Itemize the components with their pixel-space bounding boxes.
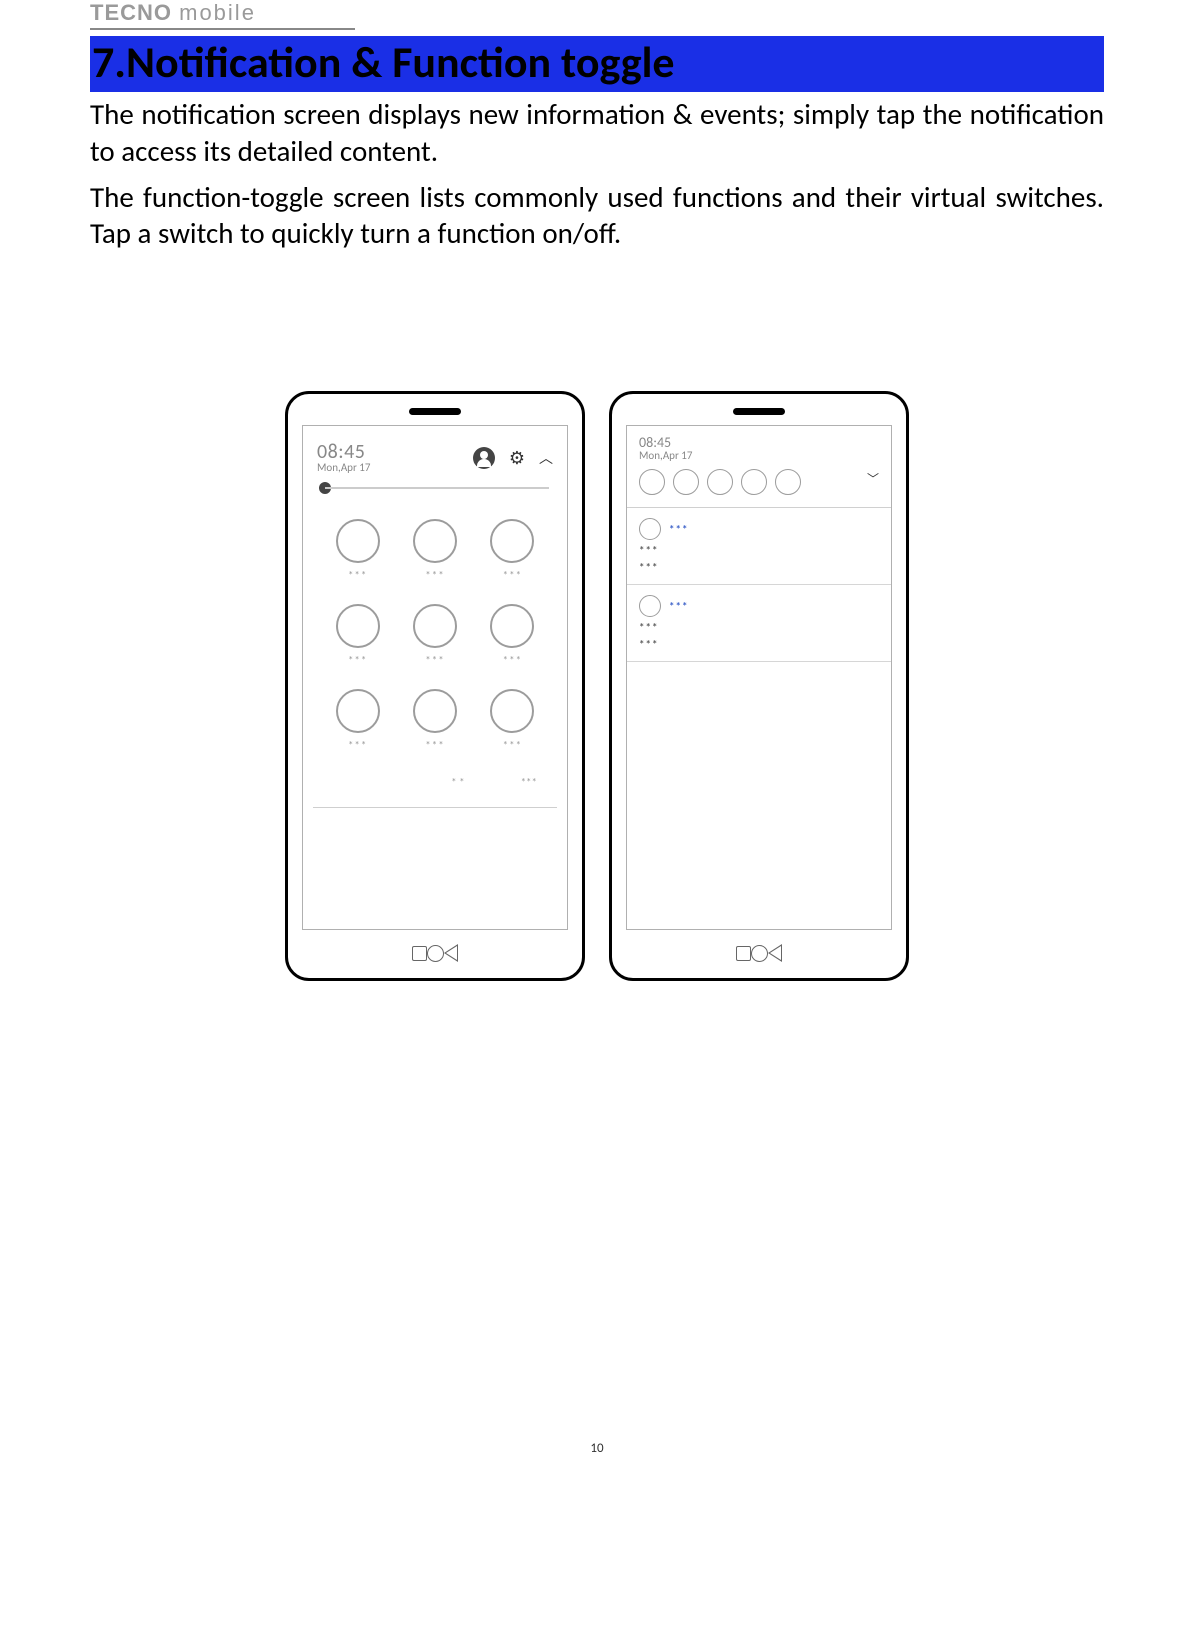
chevron-down-icon[interactable]: ﹀ [867, 474, 879, 486]
phone-function-toggle: 08:45 Mon,Apr 17 ⚙ ︿ *******************… [285, 391, 585, 981]
header-icons: ⚙ ︿ [473, 447, 553, 469]
toggle-label: *** [425, 739, 444, 752]
notification-app-name: *** [669, 523, 688, 536]
status-date: Mon,Apr 17 [639, 450, 879, 461]
account-icon[interactable] [473, 447, 495, 469]
notification-app-name: *** [669, 600, 688, 613]
screen: 08:45 Mon,Apr 17 ﹀ *** *** *** *** *** *** [626, 425, 892, 930]
mini-toggle-icon[interactable] [707, 469, 733, 495]
mini-toggle-icon[interactable] [639, 469, 665, 495]
time-block: 08:45 Mon,Apr 17 [317, 442, 370, 473]
brand-sub: mobile [179, 0, 256, 25]
notification-app-icon [639, 518, 661, 540]
toggle-label: *** [425, 654, 444, 667]
toggle-item[interactable]: *** [319, 689, 396, 752]
status-date: Mon,Apr 17 [317, 462, 370, 473]
mini-toggle-icon[interactable] [741, 469, 767, 495]
phone-notifications: 08:45 Mon,Apr 17 ﹀ *** *** *** *** *** *** [609, 391, 909, 981]
brand-logo: TECNO mobile [90, 0, 256, 25]
status-time: 08:45 [639, 436, 879, 450]
notification-title: *** [639, 544, 879, 557]
manual-page: TECNO mobile 7.Notification & Function t… [0, 0, 1194, 1496]
notification-header: 08:45 Mon,Apr 17 ﹀ [627, 426, 891, 508]
notification-list: *** *** *** *** *** *** [627, 508, 891, 662]
recent-apps-icon[interactable] [736, 946, 751, 961]
toggle-item[interactable]: *** [474, 519, 551, 582]
toggle-label: *** [503, 569, 522, 582]
toggle-icon[interactable] [490, 519, 534, 563]
gear-icon[interactable]: ⚙ [509, 447, 525, 469]
earpiece [733, 408, 785, 415]
notification-title: *** [639, 621, 879, 634]
slider-track[interactable] [321, 487, 549, 489]
screen: 08:45 Mon,Apr 17 ⚙ ︿ *******************… [302, 425, 568, 930]
toggle-label: *** [348, 569, 367, 582]
notification-item[interactable]: *** *** *** [627, 508, 891, 585]
toggle-label: *** [503, 654, 522, 667]
recent-apps-icon[interactable] [412, 946, 427, 961]
earpiece [409, 408, 461, 415]
toggle-label: *** [348, 654, 367, 667]
toggle-grid: *** *** *** *** *** *** *** *** *** [303, 513, 567, 762]
notification-item[interactable]: *** *** *** [627, 585, 891, 662]
bottom-action-right[interactable]: *** [521, 776, 537, 789]
back-icon[interactable] [444, 944, 458, 962]
toggle-icon[interactable] [336, 519, 380, 563]
toggle-label: *** [425, 569, 444, 582]
toggle-icon[interactable] [413, 519, 457, 563]
toggle-item[interactable]: *** [396, 689, 473, 752]
android-navbar [726, 930, 792, 964]
phone-mockups-row: 08:45 Mon,Apr 17 ⚙ ︿ *******************… [90, 391, 1104, 981]
divider [313, 807, 557, 808]
toggle-item[interactable]: *** [319, 519, 396, 582]
back-icon[interactable] [768, 944, 782, 962]
notification-body: *** [639, 638, 879, 651]
toggle-icon[interactable] [413, 689, 457, 733]
page-number: 10 [90, 1441, 1104, 1456]
mini-toggle-icon[interactable] [775, 469, 801, 495]
brand-main: TECNO [90, 0, 172, 25]
toggle-icon[interactable] [336, 604, 380, 648]
toggle-item[interactable]: *** [396, 519, 473, 582]
status-time: 08:45 [317, 442, 370, 462]
bottom-action-left[interactable]: * * [451, 776, 464, 789]
mini-toggle-icon[interactable] [673, 469, 699, 495]
toggle-item[interactable]: *** [396, 604, 473, 667]
slider-thumb[interactable] [319, 482, 331, 494]
mini-toggle-row [639, 469, 879, 503]
toggle-item[interactable]: *** [474, 689, 551, 752]
home-icon[interactable] [427, 945, 444, 962]
toggle-label: *** [503, 739, 522, 752]
paragraph-2: The function-toggle screen lists commonl… [90, 179, 1104, 252]
chevron-up-icon[interactable]: ︿ [539, 448, 553, 468]
toggle-icon[interactable] [490, 689, 534, 733]
android-navbar [402, 930, 468, 964]
toggle-icon[interactable] [336, 689, 380, 733]
toggle-icon[interactable] [490, 604, 534, 648]
notification-app-icon [639, 595, 661, 617]
quick-settings-header: 08:45 Mon,Apr 17 ⚙ ︿ [303, 426, 567, 481]
notification-body: *** [639, 561, 879, 574]
toggle-label: *** [348, 739, 367, 752]
bottom-actions: * * *** [303, 762, 567, 801]
paragraph-1: The notification screen displays new inf… [90, 96, 1104, 169]
toggle-item[interactable]: *** [474, 604, 551, 667]
toggle-icon[interactable] [413, 604, 457, 648]
section-heading: 7.Notification & Function toggle [90, 36, 1104, 92]
toggle-item[interactable]: *** [319, 604, 396, 667]
home-icon[interactable] [751, 945, 768, 962]
brand-header: TECNO mobile [90, 0, 355, 30]
brightness-slider[interactable] [303, 481, 567, 513]
